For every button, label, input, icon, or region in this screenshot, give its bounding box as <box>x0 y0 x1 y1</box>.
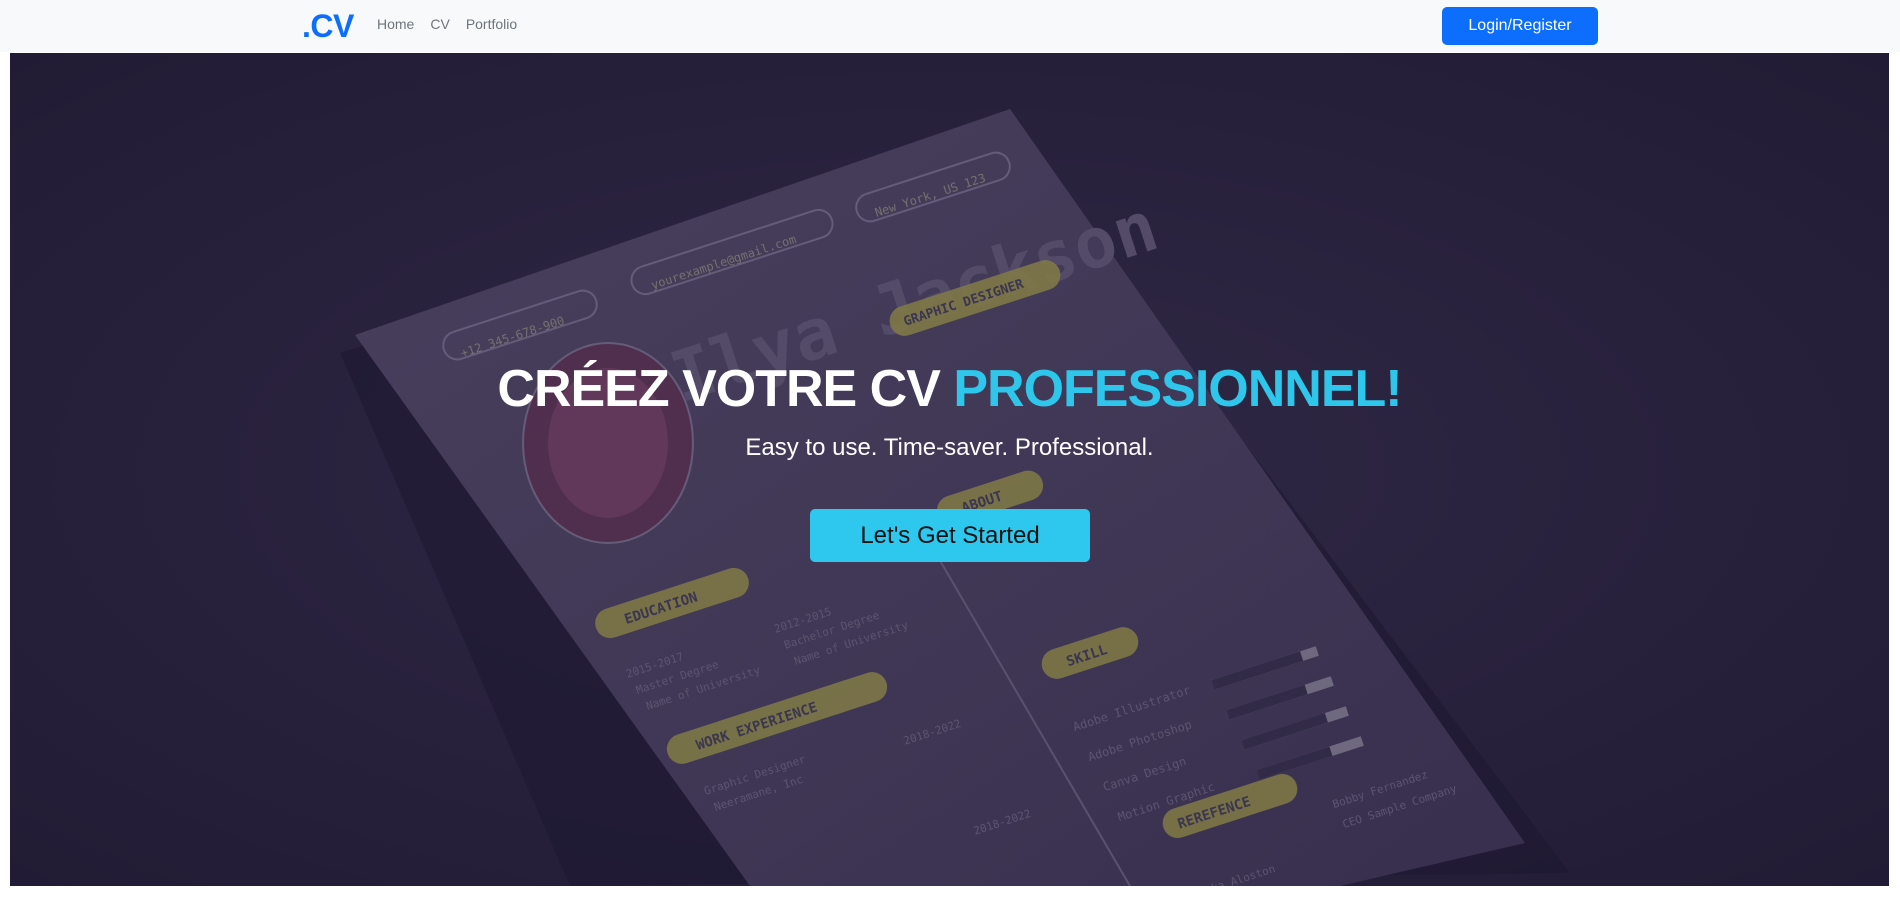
brand-logo[interactable]: .CV <box>302 8 354 45</box>
hero-section: +12 345-678-900 yourexample@gmail.com Ne… <box>10 53 1889 886</box>
nav-links: Home CV Portfolio <box>377 16 517 32</box>
nav-link-portfolio[interactable]: Portfolio <box>466 16 517 32</box>
brand-text: CV <box>310 8 354 44</box>
get-started-button[interactable]: Let's Get Started <box>810 509 1090 562</box>
hero-subtitle: Easy to use. Time-saver. Professional. <box>745 434 1154 461</box>
hero-title-accent: PROFESSIONNEL! <box>953 360 1402 418</box>
hero-content: CRÉEZ VOTRE CV PROFESSIONNEL! Easy to us… <box>10 53 1889 886</box>
nav-link-cv[interactable]: CV <box>430 16 449 32</box>
login-register-button[interactable]: Login/Register <box>1442 7 1598 45</box>
hero-title: CRÉEZ VOTRE CV PROFESSIONNEL! <box>10 359 1889 419</box>
top-navbar: .CV Home CV Portfolio Login/Register <box>0 0 1900 52</box>
nav-link-home[interactable]: Home <box>377 16 414 32</box>
hero-title-main: CRÉEZ VOTRE CV <box>497 360 940 418</box>
